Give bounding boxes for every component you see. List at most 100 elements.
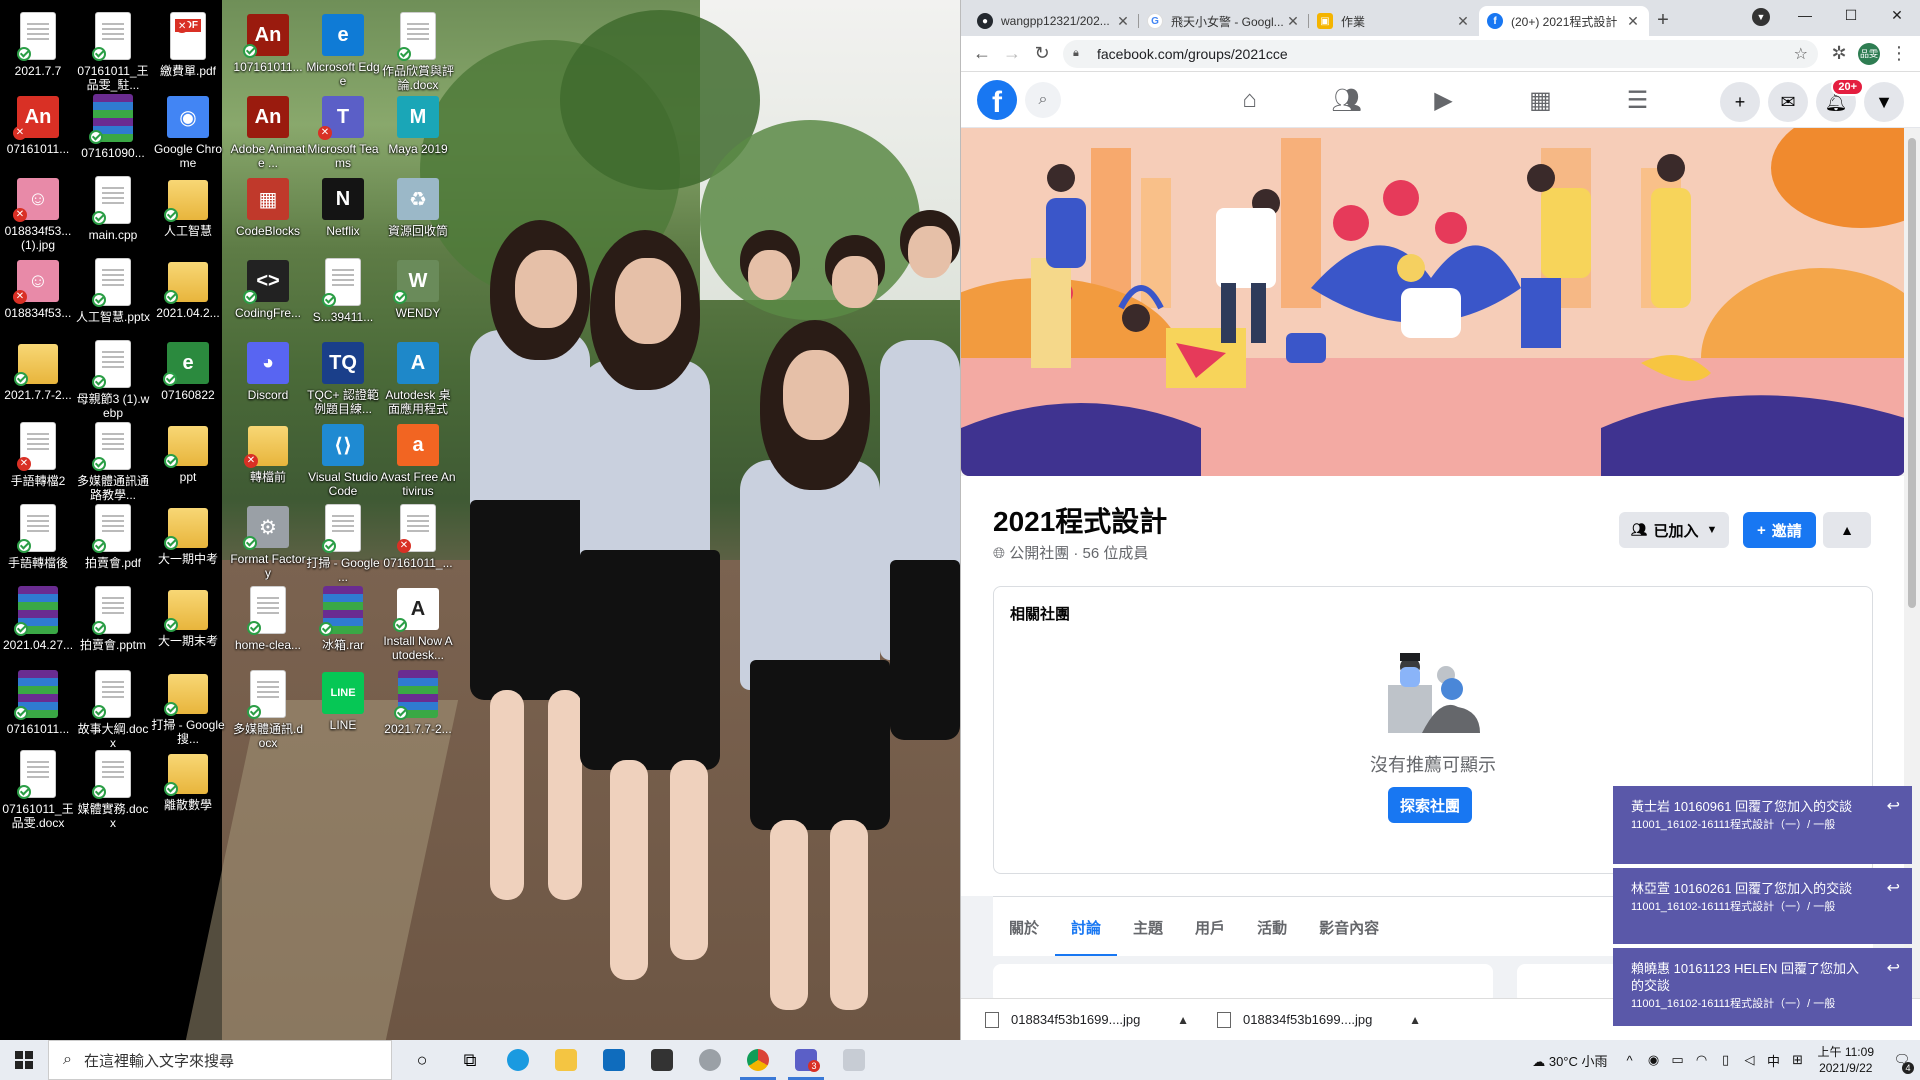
search-icon[interactable]: ⌕ xyxy=(1025,81,1061,118)
battery-icon[interactable]: ▯ xyxy=(1714,1052,1738,1068)
joined-button[interactable]: 👥︎ 已加入 ▼ xyxy=(1619,512,1730,548)
bookmark-star-icon[interactable]: ☆ xyxy=(1794,44,1808,64)
chevron-up-icon[interactable]: ▲ xyxy=(1409,1013,1421,1027)
friends-icon[interactable]: 👥︎ xyxy=(1298,72,1395,128)
reply-icon[interactable]: ↩ xyxy=(1887,960,1900,977)
device-tray-icon[interactable]: ▭ xyxy=(1666,1052,1690,1068)
extensions-icon[interactable]: ✲ xyxy=(1824,39,1854,69)
toast-notification[interactable]: 林亞萱 10160261 回覆了您加入的交談 11001_16102-16111… xyxy=(1613,868,1912,944)
task-view-icon[interactable]: ⧉ xyxy=(446,1040,494,1080)
address-bar[interactable]: 🔒︎ facebook.com/groups/2021cce ☆ xyxy=(1063,39,1818,68)
avast-tray-icon[interactable]: ◉ xyxy=(1642,1052,1666,1068)
group-cover-image xyxy=(961,128,1905,476)
notifications-bell-icon[interactable]: 🔔︎ 20+ xyxy=(1816,78,1864,122)
toast-notification[interactable]: 黃士岩 10160961 回覆了您加入的交談 11001_16102-16111… xyxy=(1613,786,1912,864)
back-icon[interactable]: ← xyxy=(967,39,997,69)
invite-button[interactable]: + 邀請 xyxy=(1743,512,1816,548)
file-explorer-icon[interactable] xyxy=(542,1040,590,1080)
account-dropdown-icon[interactable]: ▼ xyxy=(1864,82,1904,122)
facebook-logo-icon[interactable]: f xyxy=(977,79,1017,120)
tab-search-icon[interactable]: ▼ xyxy=(1752,8,1770,26)
show-hidden-icons[interactable]: ^ xyxy=(1618,1053,1642,1068)
ime-mode-icon[interactable]: ⊞ xyxy=(1786,1052,1810,1068)
toast-notification[interactable]: 賴曉惠 10161123 HELEN 回覆了您加入的交談 11001_16102… xyxy=(1613,948,1912,1026)
desktop-icon[interactable]: LINE LINE xyxy=(305,662,381,760)
taskbar-search-input[interactable]: ⌕ 在這裡輸入文字來搜尋 xyxy=(48,1040,392,1080)
close-window-icon[interactable]: ✕ xyxy=(1874,0,1920,30)
desktop-icon[interactable]: 07161011_王品雯.docx xyxy=(0,742,76,840)
close-tab-icon[interactable]: ✕ xyxy=(1115,13,1131,30)
notification-toasts: 黃士岩 10160961 回覆了您加入的交談 11001_16102-16111… xyxy=(1613,786,1912,1030)
clock[interactable]: 上午 11:09 2021/9/22 xyxy=(1818,1044,1874,1076)
sync-ok-icon xyxy=(243,44,257,58)
browser-tab[interactable]: ● wangpp12321/202... ✕ xyxy=(969,6,1139,36)
group-tab[interactable]: 主題 xyxy=(1117,897,1179,957)
url-text[interactable]: facebook.com/groups/2021cce xyxy=(1097,46,1794,62)
action-center-icon[interactable]: 🗨︎ 4 xyxy=(1884,1040,1920,1080)
sync-ok-icon xyxy=(164,702,178,716)
create-plus-icon[interactable]: + xyxy=(1720,82,1760,122)
browser-tab[interactable]: ▣ 作業 ✕ xyxy=(1309,6,1479,36)
forward-icon[interactable]: → xyxy=(997,39,1027,69)
chrome-taskbar-icon[interactable] xyxy=(734,1040,782,1080)
store-icon[interactable] xyxy=(638,1040,686,1080)
desktop-icon[interactable]: 媒體實務.docx xyxy=(75,742,151,840)
marketplace-icon[interactable]: ▦ xyxy=(1492,72,1589,128)
sync-error-icon: ✕ xyxy=(13,208,27,222)
download-item[interactable]: 018834f53b1699....jpg ▲ xyxy=(977,1003,1197,1037)
collapse-button[interactable]: ▲ xyxy=(1823,512,1871,548)
minimize-icon[interactable]: — xyxy=(1782,0,1828,30)
group-tab[interactable]: 影音內容 xyxy=(1303,897,1395,957)
mail-icon[interactable] xyxy=(590,1040,638,1080)
lock-icon[interactable]: 🔒︎ xyxy=(1073,47,1087,60)
sync-error-icon: ✕ xyxy=(397,539,411,553)
watch-icon[interactable]: ▶ xyxy=(1395,72,1492,128)
explore-groups-button[interactable]: 探索社團 xyxy=(1388,787,1472,823)
tab-title: 飛天小女警 - Googl... xyxy=(1171,14,1284,29)
volume-icon[interactable]: ◁ xyxy=(1738,1052,1762,1068)
document-file-icon xyxy=(92,670,131,719)
close-tab-icon[interactable]: ✕ xyxy=(1455,13,1471,30)
download-item[interactable]: 018834f53b1699....jpg ▲ xyxy=(1209,1003,1429,1037)
reply-icon[interactable]: ↩ xyxy=(1887,798,1900,815)
sync-error-icon: ✕ xyxy=(318,126,332,140)
group-tab[interactable]: 關於 xyxy=(993,897,1055,957)
cortana-icon[interactable]: ○ xyxy=(398,1040,446,1080)
browser-tab[interactable]: G 飛天小女警 - Googl... ✕ xyxy=(1139,6,1309,36)
ime-indicator[interactable]: 中 xyxy=(1762,1051,1786,1070)
close-tab-icon[interactable]: ✕ xyxy=(1625,13,1641,30)
reload-icon[interactable]: ↻ xyxy=(1027,39,1057,69)
scrollbar-thumb[interactable] xyxy=(1908,138,1916,608)
reply-icon[interactable]: ↩ xyxy=(1887,880,1900,897)
chevron-up-icon: ▲ xyxy=(1840,522,1854,538)
close-tab-icon[interactable]: ✕ xyxy=(1285,13,1301,30)
home-icon[interactable]: ⌂ xyxy=(1201,72,1298,128)
group-tab[interactable]: 活動 xyxy=(1241,897,1303,957)
toast-subtitle: 11001_16102-16111程式設計（一）/ 一般 xyxy=(1631,819,1836,831)
desktop-icon-label: 07161011_... xyxy=(383,556,453,570)
archive-file-icon xyxy=(14,670,58,720)
sync-ok-icon xyxy=(17,47,31,61)
teams-taskbar-icon[interactable]: 3 xyxy=(782,1040,830,1080)
desktop-icon[interactable]: 多媒體通訊.docx xyxy=(230,662,306,760)
desktop-icon[interactable]: 離散數學 xyxy=(150,742,226,840)
menu-icon[interactable]: ☰ xyxy=(1589,72,1686,128)
new-tab-button[interactable]: + xyxy=(1649,6,1677,34)
weather-widget[interactable]: ☁ 30°C 小雨 xyxy=(1532,1051,1607,1070)
chevron-up-icon[interactable]: ▲ xyxy=(1177,1013,1189,1027)
profile-avatar[interactable]: 品雯 xyxy=(1858,42,1880,65)
group-tab[interactable]: 討論 xyxy=(1055,897,1118,957)
edge-taskbar-icon[interactable] xyxy=(494,1040,542,1080)
browser-tab-active[interactable]: f (20+) 2021程式設計 ✕ xyxy=(1479,6,1649,36)
wifi-icon[interactable]: ◠ xyxy=(1690,1052,1714,1068)
group-tab[interactable]: 用戶 xyxy=(1179,897,1241,957)
app-icon: N xyxy=(322,178,364,220)
messenger-icon[interactable]: ✉ xyxy=(1768,82,1808,122)
desktop-icon[interactable]: 2021.7.7-2... xyxy=(380,662,456,760)
maximize-icon[interactable]: ☐ xyxy=(1828,0,1874,30)
related-groups-heading: 相關社團 xyxy=(1010,606,1071,623)
format-factory-taskbar-icon[interactable] xyxy=(686,1040,734,1080)
menu-kebab-icon[interactable]: ⋮ xyxy=(1884,39,1914,69)
pinned-app-icon[interactable] xyxy=(830,1040,878,1080)
start-button[interactable] xyxy=(0,1040,48,1080)
